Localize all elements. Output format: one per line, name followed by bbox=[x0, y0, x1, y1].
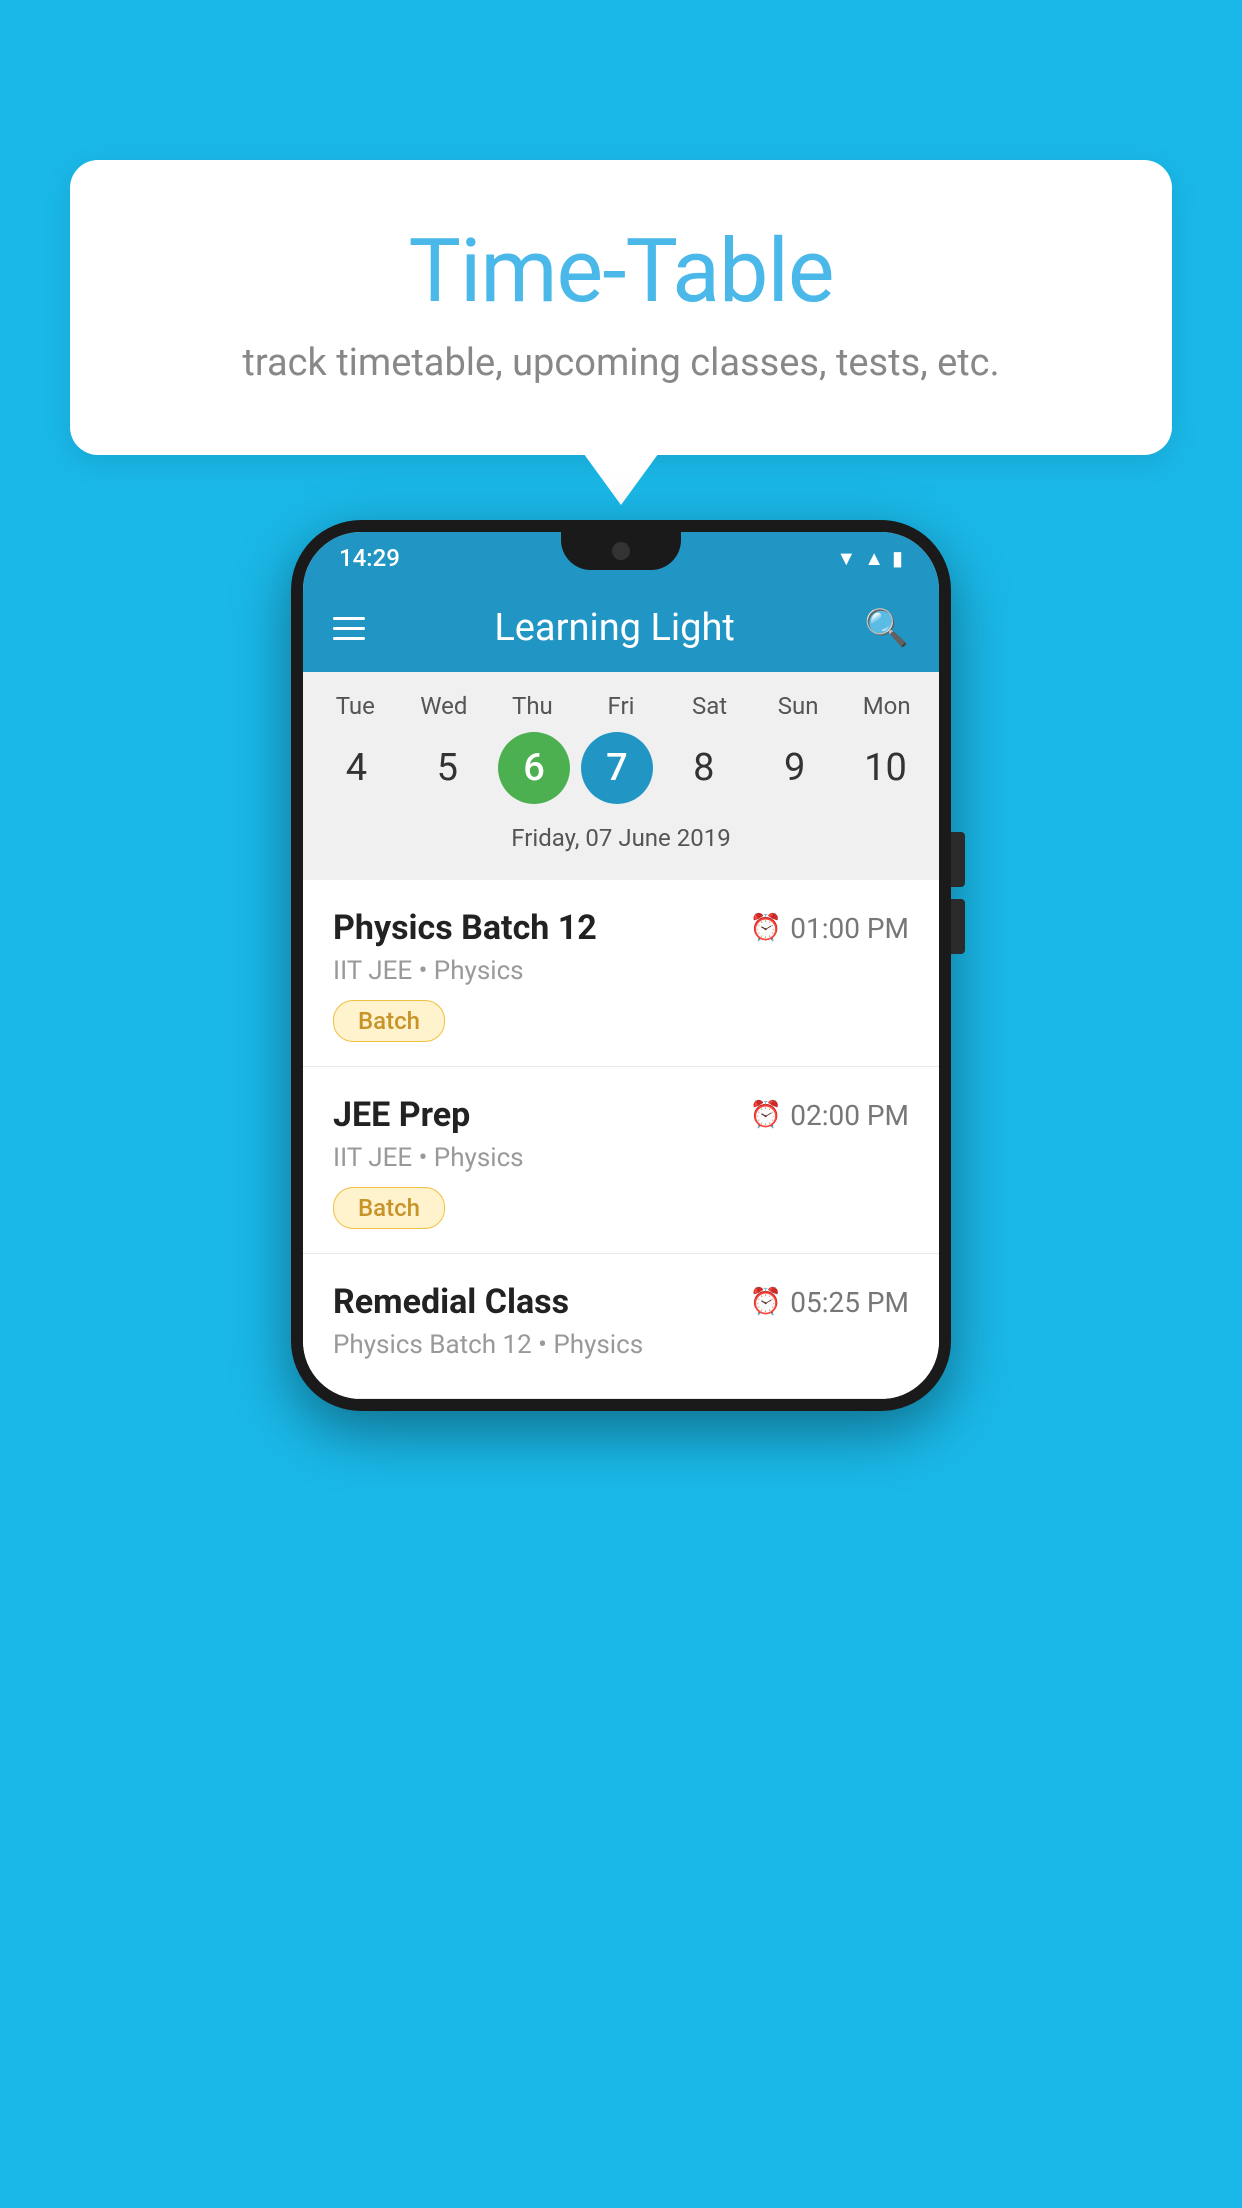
phone-frame: 14:29 ▼ ▲ ▮ Learning Light 🔍 bbox=[291, 520, 951, 1411]
clock-icon-1: ⏰ bbox=[750, 913, 782, 943]
class-2-name: JEE Prep bbox=[333, 1095, 470, 1135]
day-4[interactable]: 4 bbox=[316, 746, 396, 790]
class-2-batch-tag: Batch bbox=[333, 1187, 445, 1229]
class-item-1[interactable]: Physics Batch 12 ⏰ 01:00 PM IIT JEE • Ph… bbox=[303, 880, 939, 1067]
class-1-name: Physics Batch 12 bbox=[333, 908, 597, 948]
clock-icon-2: ⏰ bbox=[750, 1100, 782, 1130]
bubble-title: Time-Table bbox=[150, 220, 1092, 323]
search-icon[interactable]: 🔍 bbox=[864, 607, 909, 649]
volume-btn-2 bbox=[951, 899, 965, 954]
phone-screen: 14:29 ▼ ▲ ▮ Learning Light 🔍 bbox=[303, 532, 939, 1399]
class-1-meta: IIT JEE • Physics bbox=[333, 956, 909, 986]
day-7-selected[interactable]: 7 bbox=[581, 732, 653, 804]
day-label-sat: Sat bbox=[670, 692, 750, 720]
day-8[interactable]: 8 bbox=[664, 746, 744, 790]
day-label-fri: Fri bbox=[581, 692, 661, 720]
class-3-time: ⏰ 05:25 PM bbox=[750, 1286, 909, 1319]
volume-btn-1 bbox=[951, 832, 965, 887]
status-time: 14:29 bbox=[339, 544, 400, 572]
day-9[interactable]: 9 bbox=[755, 746, 835, 790]
class-item-2[interactable]: JEE Prep ⏰ 02:00 PM IIT JEE • Physics Ba… bbox=[303, 1067, 939, 1254]
status-icons: ▼ ▲ ▮ bbox=[836, 546, 903, 571]
class-1-time: ⏰ 01:00 PM bbox=[750, 912, 909, 945]
class-item-3[interactable]: Remedial Class ⏰ 05:25 PM Physics Batch … bbox=[303, 1254, 939, 1399]
day-label-wed: Wed bbox=[404, 692, 484, 720]
class-list: Physics Batch 12 ⏰ 01:00 PM IIT JEE • Ph… bbox=[303, 880, 939, 1399]
bubble-subtitle: track timetable, upcoming classes, tests… bbox=[150, 341, 1092, 385]
app-header: Learning Light 🔍 bbox=[303, 584, 939, 672]
speech-bubble: Time-Table track timetable, upcoming cla… bbox=[70, 160, 1172, 455]
day-label-sun: Sun bbox=[758, 692, 838, 720]
day-6-today[interactable]: 6 bbox=[498, 732, 570, 804]
phone-mockup: 14:29 ▼ ▲ ▮ Learning Light 🔍 bbox=[291, 520, 951, 1411]
day-5[interactable]: 5 bbox=[407, 746, 487, 790]
day-label-tue: Tue bbox=[315, 692, 395, 720]
app-title: Learning Light bbox=[365, 606, 864, 650]
class-2-meta: IIT JEE • Physics bbox=[333, 1143, 909, 1173]
day-10[interactable]: 10 bbox=[845, 746, 925, 790]
signal-icon: ▲ bbox=[864, 546, 884, 571]
calendar-section: Tue Wed Thu Fri Sat Sun Mon 4 5 6 7 8 9 … bbox=[303, 672, 939, 880]
battery-icon: ▮ bbox=[892, 546, 903, 570]
day-label-thu: Thu bbox=[492, 692, 572, 720]
speech-bubble-container: Time-Table track timetable, upcoming cla… bbox=[70, 160, 1172, 455]
selected-date-label: Friday, 07 June 2019 bbox=[303, 816, 939, 870]
wifi-icon: ▼ bbox=[836, 546, 856, 571]
class-3-meta: Physics Batch 12 • Physics bbox=[333, 1330, 909, 1360]
class-item-2-header: JEE Prep ⏰ 02:00 PM bbox=[333, 1095, 909, 1135]
camera-dot bbox=[612, 542, 630, 560]
class-2-time: ⏰ 02:00 PM bbox=[750, 1099, 909, 1132]
class-3-name: Remedial Class bbox=[333, 1282, 569, 1322]
day-numbers: 4 5 6 7 8 9 10 bbox=[303, 720, 939, 816]
clock-icon-3: ⏰ bbox=[750, 1287, 782, 1317]
class-item-1-header: Physics Batch 12 ⏰ 01:00 PM bbox=[333, 908, 909, 948]
side-buttons bbox=[951, 832, 965, 954]
class-item-3-header: Remedial Class ⏰ 05:25 PM bbox=[333, 1282, 909, 1322]
hamburger-menu-icon[interactable] bbox=[333, 617, 365, 640]
day-label-mon: Mon bbox=[847, 692, 927, 720]
day-labels: Tue Wed Thu Fri Sat Sun Mon bbox=[303, 692, 939, 720]
class-1-batch-tag: Batch bbox=[333, 1000, 445, 1042]
